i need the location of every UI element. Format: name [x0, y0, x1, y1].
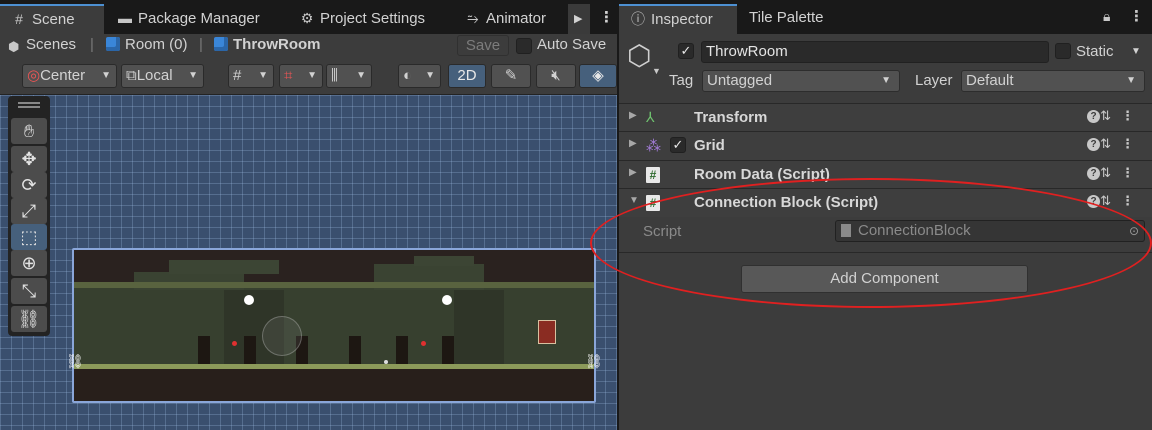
kebab-menu-icon[interactable]: ⋮ — [1121, 165, 1144, 180]
breadcrumb: ⬢ Scenes | Room (0) | ThrowRoom Save Auto… — [0, 34, 617, 58]
collapse-arrow-icon[interactable]: ▼ — [629, 195, 639, 206]
effects-dropdown[interactable]: ◈ — [579, 64, 617, 88]
tab-overflow-button[interactable]: ▶ — [568, 4, 590, 34]
link-gizmo-icon[interactable]: ⛓ — [66, 353, 84, 369]
layer-label: Layer — [915, 72, 953, 89]
tool-palette: ✋︎ ✥ ⟳ ⤢ ⬚ ⊕ ⤡ ⛓ — [8, 96, 50, 336]
gear-icon: ⚙ — [300, 10, 314, 26]
prefab-icon — [214, 37, 228, 51]
room-tilemap[interactable] — [74, 250, 594, 401]
increment-snap-icon: ⌗ — [284, 67, 293, 84]
presets-icon[interactable]: ⇅ — [1100, 108, 1121, 123]
link-tool-icon[interactable]: ⛓ — [11, 306, 47, 332]
shading-mode-dropdown[interactable]: ◐ ▼ — [398, 64, 441, 88]
tag-label: Tag — [669, 72, 694, 89]
kebab-menu-icon[interactable]: ⋮ — [1121, 108, 1144, 123]
tab-animator[interactable]: ⥲ Animator — [454, 4, 564, 34]
breadcrumb-item-throwroom[interactable]: ThrowRoom — [214, 34, 321, 58]
panel-menu-button[interactable]: ⋮ — [592, 4, 614, 34]
scale-tool-icon[interactable]: ⤢ — [11, 198, 47, 224]
left-tab-bar: # Scene ▬ Package Manager ⚙ Project Setting… — [0, 0, 617, 34]
object-name-field[interactable]: ThrowRoom — [701, 41, 1049, 63]
grid-component-icon: ⁂ — [646, 138, 661, 155]
lighting-toggle[interactable]: ✎ — [491, 64, 531, 88]
breadcrumb-item-room[interactable]: Room (0) — [106, 34, 188, 58]
increment-snap-dropdown[interactable]: ⌗ ▼ — [279, 64, 323, 88]
audio-mute-icon: 🔇︎ — [551, 67, 561, 84]
auto-save-label: Auto Save — [537, 36, 607, 53]
expand-arrow-icon[interactable]: ▶ — [629, 110, 637, 121]
tag-dropdown[interactable]: Untagged ▼ — [702, 70, 900, 92]
kebab-menu-icon[interactable]: ⋮ — [1129, 7, 1144, 25]
presets-icon[interactable]: ⇅ — [1100, 136, 1121, 151]
breadcrumb-separator: | — [90, 36, 94, 53]
tab-project-settings[interactable]: ⚙ Project Settings — [288, 4, 452, 34]
gameobject-cube-icon: ⬡ — [627, 40, 652, 71]
light-bulb-icon: ✎ — [504, 67, 518, 84]
annotation-ellipse — [590, 178, 1152, 308]
rect-tool-icon[interactable]: ⬚ — [11, 224, 47, 250]
active-checkbox[interactable]: ✓ — [678, 43, 694, 59]
sign-sprite[interactable] — [538, 320, 556, 344]
animator-icon: ⥲ — [467, 10, 479, 26]
rotate-tool-icon[interactable]: ⟳ — [11, 172, 47, 198]
kebab-menu-icon: ⋮ — [599, 9, 614, 26]
scene-panel: # Scene ▬ Package Manager ⚙ Project Setting… — [0, 0, 617, 430]
layer-dropdown[interactable]: Default ▼ — [961, 70, 1145, 92]
static-checkbox[interactable] — [1055, 43, 1071, 59]
save-button[interactable]: Save — [457, 35, 509, 56]
shading-sphere-icon: ◐ — [403, 67, 413, 84]
pivot-icon: ◎ — [27, 67, 41, 84]
static-dropdown-caret[interactable]: ▼ — [1131, 46, 1141, 57]
scene-view[interactable]: ⛓ ⛓ — [0, 95, 617, 430]
grid-enabled-checkbox[interactable]: ✓ — [670, 137, 686, 153]
grid-visibility-dropdown[interactable]: ⫼ ▼ — [326, 64, 372, 88]
icon-dropdown-caret[interactable]: ▼ — [652, 66, 661, 76]
kebab-menu-icon[interactable]: ⋮ — [1121, 136, 1144, 151]
tab-scene[interactable]: # Scene — [0, 4, 104, 34]
help-icon[interactable]: ? — [1087, 167, 1101, 180]
package-icon: ▬ — [118, 10, 132, 26]
expand-arrow-icon[interactable]: ▶ — [629, 167, 637, 178]
static-label: Static — [1076, 43, 1114, 60]
grid-snap-icon: # — [233, 67, 242, 84]
component-grid[interactable]: ▶ ⁂ ✓ Grid ? ⇅⋮ — [619, 131, 1152, 160]
hand-tool-icon[interactable]: ✋︎ — [11, 118, 47, 144]
space-dropdown[interactable]: ⧉Local ▼ — [121, 64, 204, 88]
effects-layers-icon: ◈ — [592, 67, 604, 84]
prefab-icon — [106, 37, 120, 51]
space-icon: ⧉ — [126, 67, 137, 84]
move-tool-icon[interactable]: ✥ — [11, 146, 47, 172]
transform-axes-icon: ⅄ — [646, 109, 655, 125]
grid-lines-icon: ⫼ — [331, 67, 338, 84]
custom-tool-icon[interactable]: ⤡ — [11, 278, 47, 304]
presets-icon[interactable]: ⇅ — [1100, 165, 1121, 180]
grid-snap-dropdown[interactable]: # ▼ — [228, 64, 274, 88]
breadcrumb-separator: | — [199, 36, 203, 53]
help-icon[interactable]: ? — [1087, 110, 1101, 123]
lock-icon[interactable]: 🔒︎ — [1103, 8, 1110, 25]
tab-package-manager[interactable]: ▬ Package Manager — [106, 4, 286, 34]
play-arrow-icon: ▶ — [574, 13, 583, 25]
scenes-icon: ⬢ — [8, 39, 20, 54]
auto-save-checkbox[interactable] — [516, 38, 532, 54]
transform-tool-icon[interactable]: ⊕ — [11, 250, 47, 276]
tab-tile-palette[interactable]: Tile Palette — [739, 4, 849, 34]
hash-grid-icon: # — [15, 11, 23, 27]
pivot-dropdown[interactable]: ◎Center ▼ — [22, 64, 117, 88]
expand-arrow-icon[interactable]: ▶ — [629, 138, 637, 149]
mode-2d-toggle[interactable]: 2D — [448, 64, 486, 88]
info-icon: ⓘ — [631, 11, 645, 27]
drag-handle-icon[interactable] — [18, 102, 40, 104]
script-icon: # — [646, 166, 662, 183]
help-icon[interactable]: ? — [1087, 138, 1101, 151]
scene-toolbar: ◎Center ▼ ⧉Local ▼ # ▼ ⌗ ▼ ⫼ ▼ ◐ ▼ 2D ✎ 🔇︎ ◈ — [0, 58, 617, 95]
audio-toggle[interactable]: 🔇︎ — [536, 64, 576, 88]
right-tab-bar: ⓘ Inspector Tile Palette 🔒︎ ⋮ — [619, 0, 1152, 34]
kebab-menu-icon[interactable]: ⋮ — [1121, 193, 1144, 208]
link-gizmo-icon[interactable]: ⛓ — [585, 353, 603, 369]
breadcrumb-root[interactable]: ⬢ Scenes — [8, 34, 76, 58]
component-transform[interactable]: ▶ ⅄ Transform ? ⇅⋮ — [619, 103, 1152, 132]
tab-inspector[interactable]: ⓘ Inspector — [619, 4, 737, 34]
